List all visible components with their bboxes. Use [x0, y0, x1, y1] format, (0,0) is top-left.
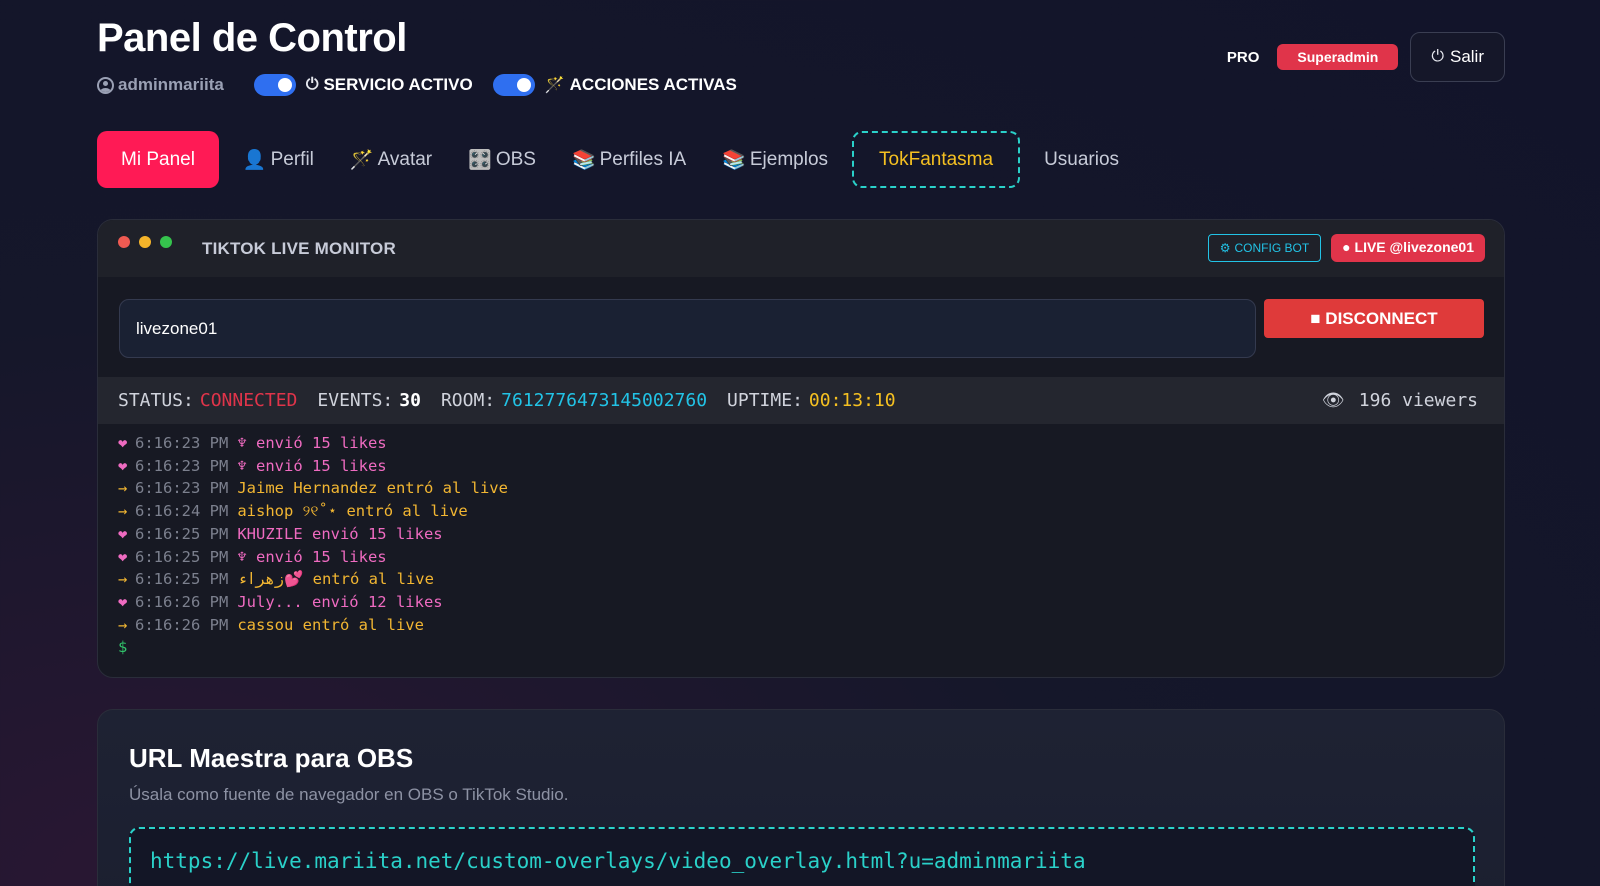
terminal-prompt: $ — [118, 638, 128, 657]
arrow-right-icon: → — [118, 615, 128, 634]
log-message: July... envió 12 likes — [237, 592, 443, 611]
monitor-title: TIKTOK LIVE MONITOR — [202, 238, 396, 258]
log-message: KHUZILE envió 15 likes — [237, 524, 443, 543]
heart-icon: ❤ — [118, 434, 128, 452]
heart-icon: ❤ — [118, 547, 128, 566]
power-icon: ⏻ — [1431, 48, 1444, 65]
log-time: 6:16:25 PM — [135, 547, 229, 566]
tab-tokfantasma[interactable]: TokFantasma — [852, 131, 1021, 188]
log-message: زهراء💕 entró al live — [237, 570, 434, 589]
status-row: adminmariita ⏻ SERVICIO ACTIVO 🪄 ACCIONE… — [97, 72, 757, 98]
user-indicator: adminmariita — [97, 75, 224, 95]
magic-wand-icon: 🪄 — [349, 149, 374, 171]
log-time: 6:16:25 PM — [135, 570, 229, 589]
log-entry: ❤ 6:16:26 PM July... envió 12 likes — [118, 591, 1484, 614]
log-entry: ❤ 6:16:25 PM KHUZILE envió 15 likes — [118, 523, 1484, 546]
log-time: 6:16:23 PM — [135, 479, 229, 498]
logout-button[interactable]: ⏻ Salir — [1410, 32, 1505, 82]
room-id: 7612776473145002760 — [501, 390, 708, 411]
log-time: 6:16:25 PM — [135, 524, 229, 543]
log-entry: → 6:16:24 PM aishop ୨୧˚⋆ entró al live — [118, 500, 1484, 523]
uptime-value: 00:13:10 — [808, 390, 896, 411]
tab-mi-panel[interactable]: Mi Panel — [97, 131, 219, 188]
header-right: PRO Superadmin ⏻ Salir — [1227, 32, 1505, 82]
gear-icon: ⚙ — [1219, 241, 1231, 255]
event-log: ❤ 6:16:23 PM ♆ envió 15 likes ❤ 6:16:23 PM ♆ … — [98, 424, 1504, 659]
eye-icon: 👁 — [1321, 390, 1345, 411]
log-entry: ❤ 6:16:23 PM ♆ envió 15 likes — [118, 455, 1484, 478]
actions-toggle[interactable] — [492, 74, 535, 96]
log-message: Jaime Hernandez entró al live — [237, 479, 508, 498]
page-title: Panel de Control — [97, 16, 407, 60]
config-bot-button[interactable]: ⚙ CONFIG BOT — [1207, 234, 1322, 262]
heart-icon: ❤ — [118, 524, 128, 543]
tab-usuarios[interactable]: Usuarios — [1032, 131, 1131, 188]
tab-ejemplos[interactable]: 📚 Ejemplos — [710, 131, 840, 188]
log-message: cassou entró al live — [237, 615, 424, 634]
status-value: CONNECTED — [199, 390, 298, 411]
live-badge: ● LIVE @livezone01 — [1331, 234, 1485, 262]
control-knobs-icon: 🎛️ — [468, 149, 492, 171]
obs-card-title: URL Maestra para OBS — [129, 743, 414, 773]
plan-label: PRO — [1226, 48, 1260, 66]
arrow-right-icon: → — [118, 479, 128, 498]
user-circle-icon — [97, 76, 114, 94]
log-time: 6:16:26 PM — [135, 615, 229, 634]
log-time: 6:16:23 PM — [135, 456, 229, 475]
log-message: aishop ୨୧˚⋆ entró al live — [237, 502, 468, 521]
log-message: ♆ envió 15 likes — [237, 456, 387, 475]
heart-icon: ❤ — [118, 456, 128, 475]
monitor-header-actions: ⚙ CONFIG BOT ● LIVE @livezone01 — [1207, 234, 1485, 262]
minimize-dot-icon[interactable] — [139, 235, 151, 248]
service-label: ⏻ SERVICIO ACTIVO — [305, 75, 473, 94]
user-icon: 👤 — [242, 149, 267, 171]
log-message: ♆ envió 15 likes — [237, 434, 387, 452]
tab-avatar[interactable]: 🪄 Avatar — [338, 131, 444, 188]
books-icon: 📚 — [722, 149, 746, 171]
log-entry: → 6:16:23 PM Jaime Hernandez entró al live — [118, 477, 1484, 500]
log-entry: ❤ 6:16:25 PM ♆ envió 15 likes — [118, 546, 1484, 569]
power-icon: ⏻ — [305, 76, 319, 93]
magic-wand-icon: 🪄 — [544, 77, 565, 94]
log-entry: → 6:16:25 PM زهراء💕 entró al live — [118, 568, 1484, 591]
nav-tabs: Mi Panel 👤 Perfil 🪄 Avatar 🎛️ OBS 📚 Perfiles… — [97, 131, 1143, 188]
log-entry: → 6:16:26 PM cassou entró al live — [118, 614, 1484, 637]
heart-icon: ❤ — [118, 592, 128, 611]
role-badge: Superadmin — [1277, 44, 1399, 70]
monitor-input-row: ■ DISCONNECT — [98, 277, 1504, 377]
disconnect-button[interactable]: ■ DISCONNECT — [1264, 299, 1484, 338]
obs-url[interactable]: https://live.mariita.net/custom-overlays… — [150, 849, 1086, 873]
header: Panel de Control adminmariita ⏻ SERVICIO… — [97, 14, 1505, 104]
tab-perfiles-ia[interactable]: 📚 Perfiles IA — [560, 131, 698, 188]
obs-card-subtitle: Úsala como fuente de navegador en OBS o … — [129, 785, 569, 804]
window-controls — [118, 235, 172, 248]
obs-url-card: URL Maestra para OBS Úsala como fuente d… — [97, 709, 1505, 886]
tiktok-username-input[interactable] — [119, 299, 1256, 358]
arrow-right-icon: → — [118, 570, 128, 589]
log-message: ♆ envió 15 likes — [237, 547, 387, 566]
close-dot-icon[interactable] — [118, 235, 130, 248]
arrow-right-icon: → — [118, 502, 128, 521]
service-toggle[interactable] — [253, 74, 296, 96]
tiktok-live-monitor: TIKTOK LIVE MONITOR ⚙ CONFIG BOT ● LIVE … — [97, 219, 1505, 678]
actions-label: 🪄 ACCIONES ACTIVAS — [544, 75, 737, 94]
books-icon: 📚 — [571, 149, 596, 171]
status-bar: STATUS: CONNECTED EVENTS: 30 ROOM: 76127… — [98, 377, 1504, 424]
tab-perfil[interactable]: 👤 Perfil — [231, 131, 326, 188]
events-count: 30 — [399, 390, 421, 411]
log-time: 6:16:26 PM — [135, 592, 229, 611]
tab-obs[interactable]: 🎛️ OBS — [456, 131, 548, 188]
monitor-header: TIKTOK LIVE MONITOR ⚙ CONFIG BOT ● LIVE … — [98, 220, 1504, 277]
obs-url-box[interactable]: https://live.mariita.net/custom-overlays… — [129, 827, 1475, 886]
username: adminmariita — [118, 75, 224, 94]
log-time: 6:16:23 PM — [135, 434, 229, 452]
log-entry: ❤ 6:16:23 PM ♆ envió 15 likes — [118, 432, 1484, 455]
log-time: 6:16:24 PM — [135, 502, 229, 521]
viewers-count: 👁 196 viewers — [1321, 390, 1478, 411]
maximize-dot-icon[interactable] — [160, 235, 172, 248]
